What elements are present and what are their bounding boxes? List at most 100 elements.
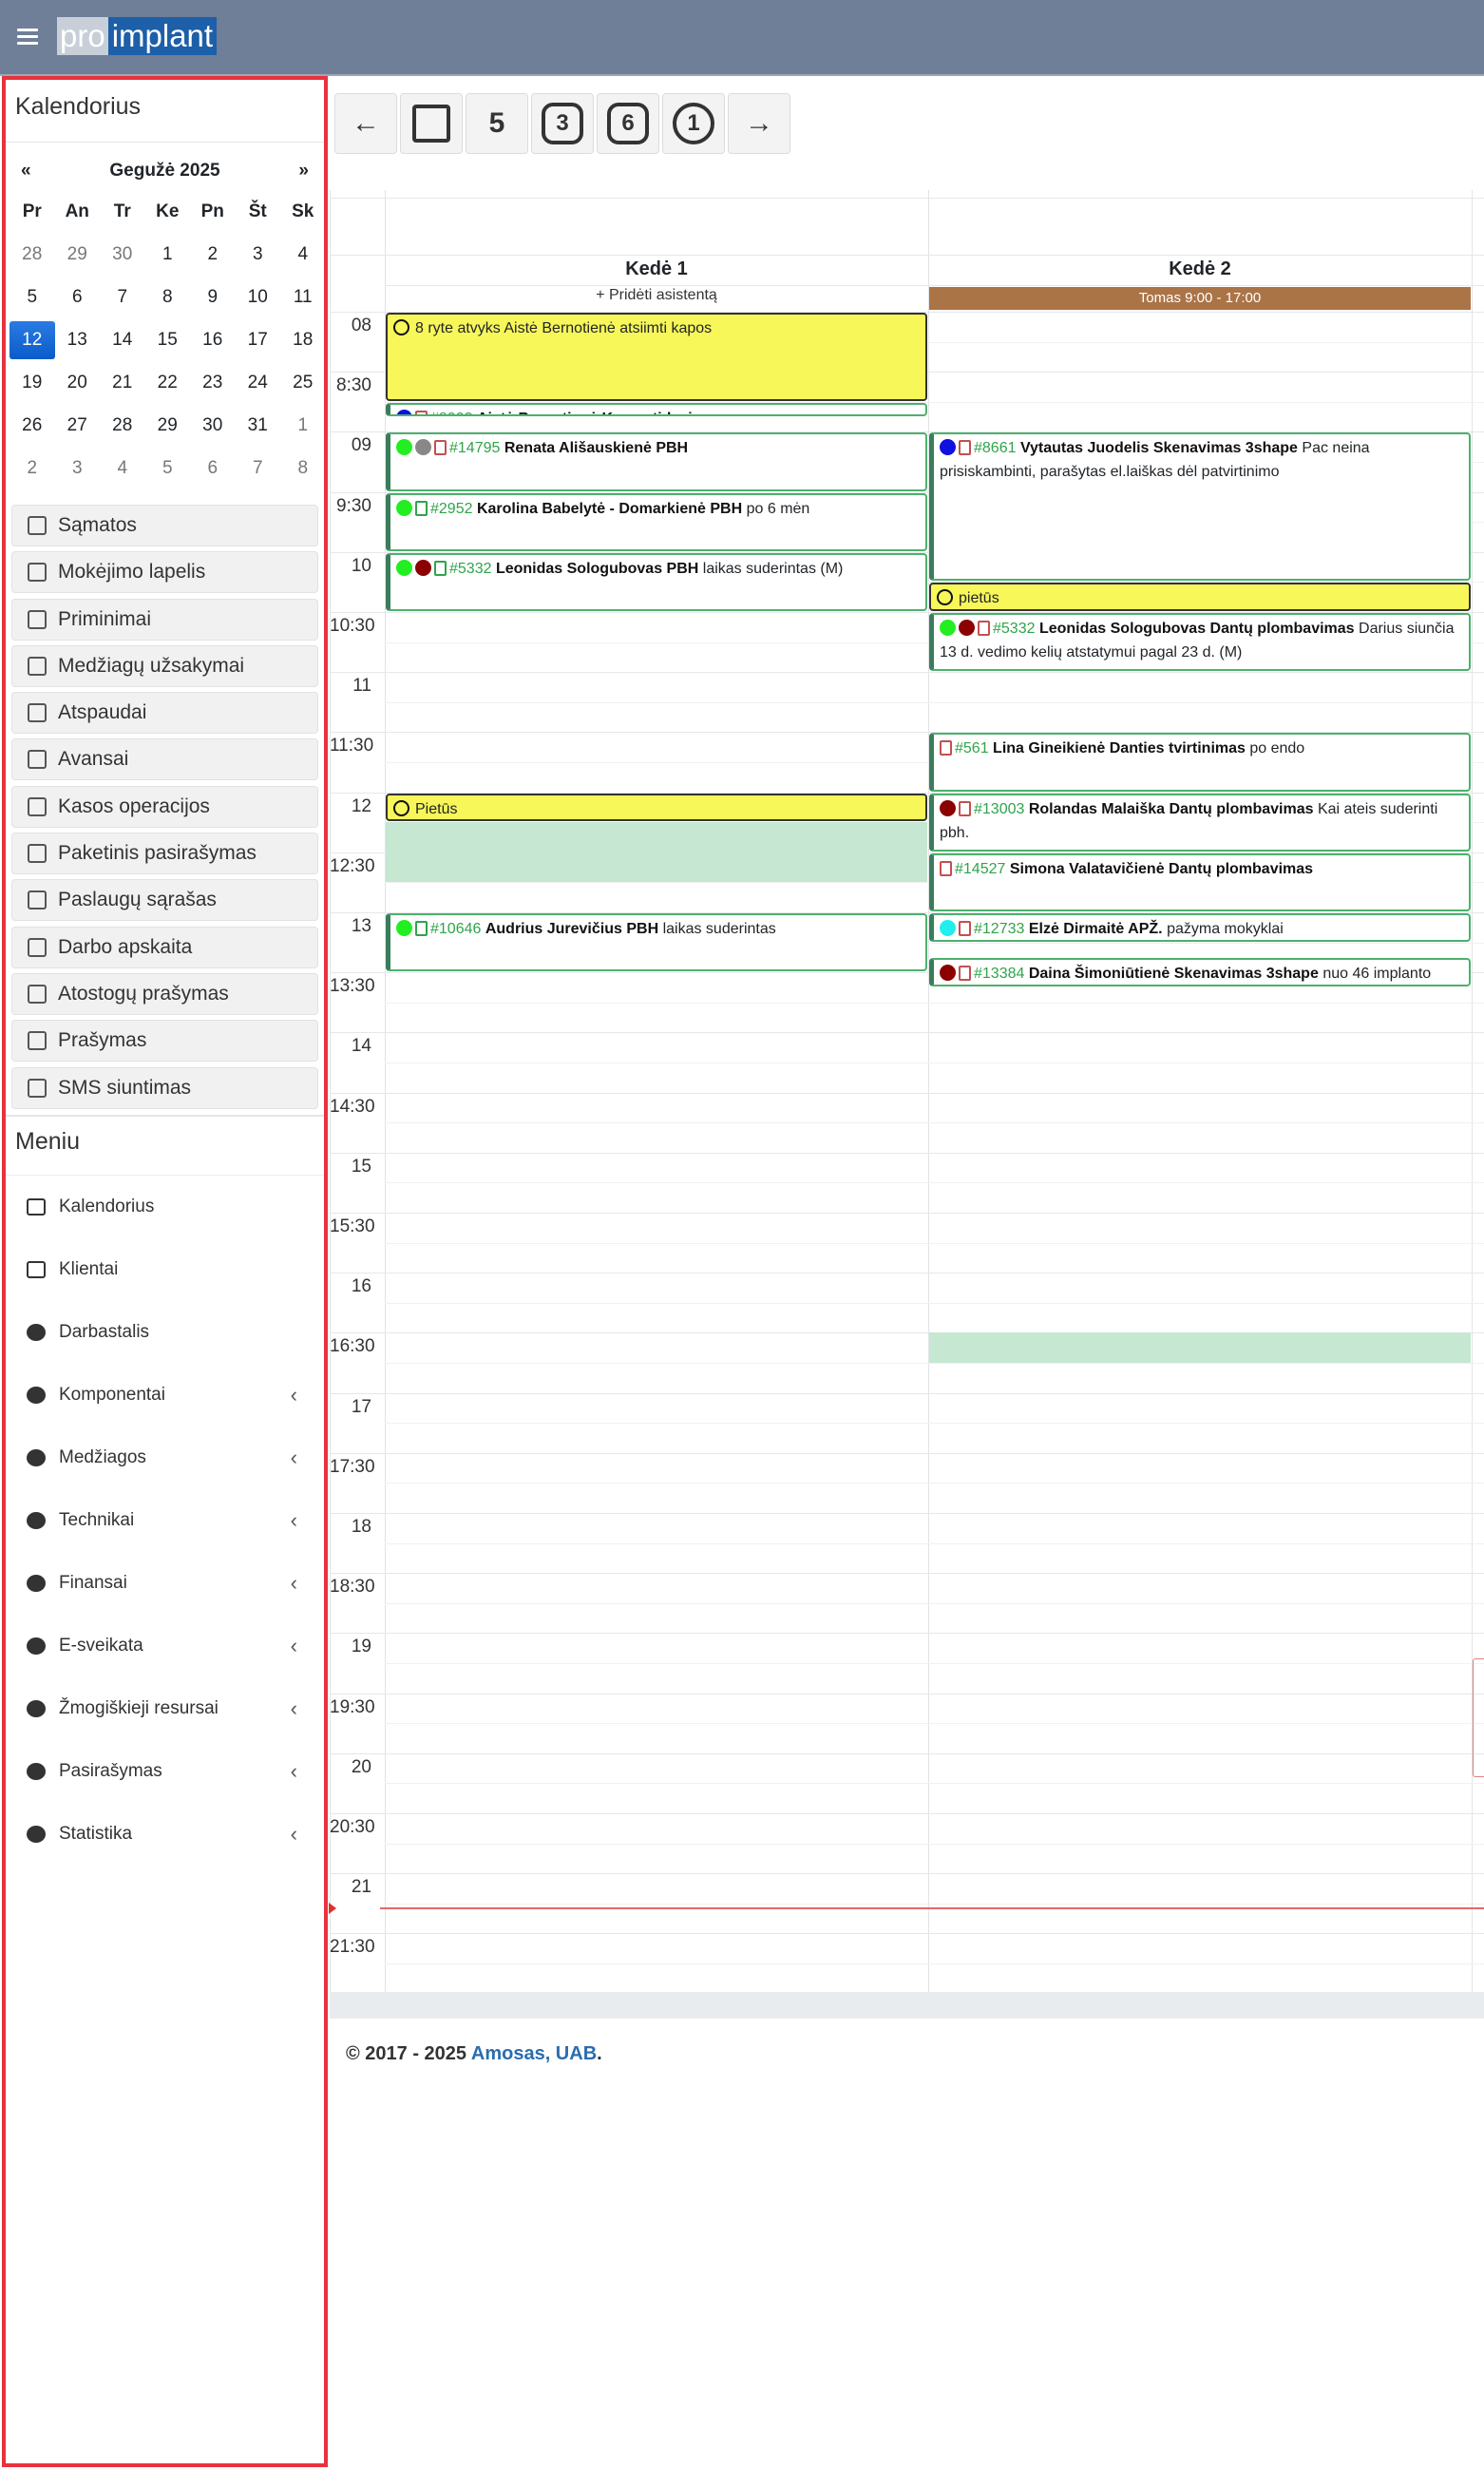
calendar-day[interactable]: 25 [280, 373, 324, 393]
calendar-day[interactable]: 18 [280, 330, 324, 351]
reserved-block[interactable] [386, 822, 927, 883]
history-button[interactable] [400, 93, 463, 154]
calendar-day[interactable]: 28 [10, 244, 55, 265]
appointment-event[interactable]: #14527 Simona Valatavičienė Dantų plomba… [929, 852, 1471, 911]
quick-link-button[interactable]: Prašymas [11, 1020, 318, 1063]
calendar-day[interactable]: 2 [10, 458, 55, 479]
calendar-day[interactable]: 6 [55, 287, 101, 308]
appointment-event[interactable]: #13003 Rolandas Malaiška Dantų plombavim… [929, 793, 1471, 852]
calendar-day[interactable]: 22 [145, 373, 191, 393]
reminder-event[interactable]: 8 ryte atvyks Aistė Bernotienė atsiimti … [386, 313, 927, 401]
patient-id[interactable]: #5332 [993, 621, 1036, 637]
menu-item[interactable]: Darbastalis [6, 1301, 324, 1364]
calendar-day[interactable]: 19 [10, 373, 55, 393]
calendar-day[interactable]: 16 [190, 330, 236, 351]
add-assistant-link[interactable]: + Pridėti asistentą [385, 287, 928, 304]
calendar-day[interactable]: 5 [145, 458, 191, 479]
quick-link-button[interactable]: Atspaudai [11, 692, 318, 735]
calendar-day[interactable]: 8 [145, 287, 191, 308]
calendar-day[interactable]: 2 [190, 244, 236, 265]
menu-item[interactable]: Komponentai ‹ [6, 1364, 324, 1426]
calendar-day[interactable]: 30 [100, 244, 145, 265]
menu-item[interactable]: Medžiagos ‹ [6, 1426, 324, 1489]
menu-item[interactable]: Finansai ‹ [6, 1552, 324, 1615]
calendar-day[interactable]: 20 [55, 373, 101, 393]
appointment-event[interactable]: #8661 Vytautas Juodelis Skenavimas 3shap… [929, 432, 1471, 582]
view-6-button[interactable]: 6 [597, 93, 659, 154]
quick-link-button[interactable]: Darbo apskaita [11, 926, 318, 968]
calendar-day[interactable]: 17 [236, 330, 281, 351]
patient-id[interactable]: #12733 [974, 921, 1024, 937]
patient-id[interactable]: #561 [955, 740, 989, 756]
menu-item[interactable]: Klientai [6, 1238, 324, 1301]
calendar-day[interactable]: 12 [10, 320, 55, 359]
hamburger-menu-icon[interactable] [17, 25, 38, 46]
patient-id[interactable]: #8003 [430, 411, 473, 414]
calendar-day[interactable]: 29 [145, 415, 191, 436]
menu-item[interactable]: E-sveikata ‹ [6, 1615, 324, 1677]
next-month-button[interactable]: » [298, 161, 309, 182]
prev-day-button[interactable]: ← [334, 93, 397, 154]
calendar-day[interactable]: 3 [236, 244, 281, 265]
prev-month-button[interactable]: « [21, 161, 31, 182]
calendar-day[interactable]: 23 [190, 373, 236, 393]
appointment-event[interactable]: #14795 Renata Ališauskienė PBH [386, 432, 927, 491]
calendar-day[interactable]: 14 [100, 330, 145, 351]
calendar-day[interactable]: 15 [145, 330, 191, 351]
patient-id[interactable]: #10646 [430, 921, 481, 937]
patient-id[interactable]: #8661 [974, 440, 1017, 456]
view-5-button[interactable]: 5 [466, 93, 528, 154]
patient-id[interactable]: #13003 [974, 801, 1024, 817]
calendar-day[interactable]: 21 [100, 373, 145, 393]
calendar-day[interactable]: 3 [55, 458, 101, 479]
calendar-day[interactable]: 28 [100, 415, 145, 436]
quick-link-button[interactable]: Avansai [11, 738, 318, 781]
quick-link-button[interactable]: Paketinis pasirašymas [11, 833, 318, 875]
offscreen-event-edge[interactable] [1473, 1658, 1484, 1777]
calendar-day[interactable]: 1 [280, 415, 324, 436]
calendar-day[interactable]: 4 [100, 458, 145, 479]
menu-item[interactable]: Technikai ‹ [6, 1489, 324, 1552]
menu-item[interactable]: Kalendorius [6, 1176, 324, 1238]
quick-link-button[interactable]: Atostogų prašymas [11, 972, 318, 1015]
calendar-day[interactable]: 13 [55, 330, 101, 351]
view-3-button[interactable]: 3 [531, 93, 594, 154]
calendar-day[interactable]: 1 [145, 244, 191, 265]
calendar-day[interactable]: 9 [190, 287, 236, 308]
appointment-event[interactable]: #2952 Karolina Babelytė - Domarkienė PBH… [386, 492, 927, 551]
view-1-button[interactable]: 1 [662, 93, 725, 154]
appointment-event[interactable]: #10646 Audrius Jurevičius PBH laikas sud… [386, 913, 927, 972]
appointment-event[interactable]: #13384 Daina Šimoniūtienė Skenavimas 3sh… [929, 958, 1471, 986]
patient-id[interactable]: #13384 [974, 966, 1024, 982]
menu-item[interactable]: Žmogiškieji resursai ‹ [6, 1677, 324, 1740]
quick-link-button[interactable]: Kasos operacijos [11, 785, 318, 828]
appointment-event[interactable]: #5332 Leonidas Sologubovas Dantų plombav… [929, 613, 1471, 672]
company-link[interactable]: Amosas, UAB [471, 2043, 597, 2064]
calendar-day[interactable]: 7 [236, 458, 281, 479]
calendar-day[interactable]: 29 [55, 244, 101, 265]
quick-link-button[interactable]: Sąmatos [11, 505, 318, 546]
patient-id[interactable]: #14527 [955, 861, 1005, 877]
menu-item[interactable]: Statistika ‹ [6, 1803, 324, 1866]
quick-link-button[interactable]: Medžiagų užsakymai [11, 644, 318, 687]
quick-link-button[interactable]: Priminimai [11, 598, 318, 641]
next-day-button[interactable]: → [728, 93, 790, 154]
calendar-day[interactable]: 4 [280, 244, 324, 265]
calendar-day[interactable]: 11 [280, 287, 324, 308]
patient-id[interactable]: #2952 [430, 501, 473, 517]
quick-link-button[interactable]: Paslaugų sąrašas [11, 879, 318, 922]
calendar-month-label[interactable]: Gegužė 2025 [109, 161, 219, 182]
appointment-event[interactable]: #5332 Leonidas Sologubovas PBH laikas su… [386, 552, 927, 611]
calendar-day[interactable]: 5 [10, 287, 55, 308]
patient-id[interactable]: #5332 [449, 561, 492, 577]
reserved-block[interactable] [929, 1332, 1471, 1363]
calendar-day[interactable]: 27 [55, 415, 101, 436]
quick-link-button[interactable]: Mokėjimo lapelis [11, 551, 318, 594]
quick-link-button[interactable]: SMS siuntimas [11, 1066, 318, 1109]
appointment-event[interactable]: #12733 Elzė Dirmaitė APŽ. pažyma mokykla… [929, 913, 1471, 942]
calendar-day[interactable]: 7 [100, 287, 145, 308]
calendar-day[interactable]: 31 [236, 415, 281, 436]
reminder-event[interactable]: Pietūs [386, 793, 927, 822]
calendar-day[interactable]: 6 [190, 458, 236, 479]
reminder-event[interactable]: pietūs [929, 583, 1471, 611]
